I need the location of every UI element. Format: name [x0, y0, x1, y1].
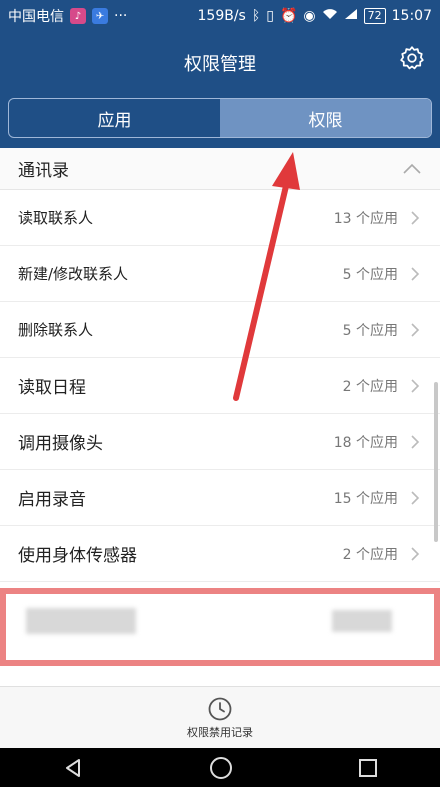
clock-time: 15:07 — [391, 8, 432, 24]
home-icon[interactable] — [209, 756, 233, 780]
more-icon: ··· — [114, 8, 128, 24]
section-title: 通讯录 — [18, 161, 69, 181]
app-count: 5 个应用 — [342, 322, 398, 339]
permission-label: 新建/修改联系人 — [18, 265, 129, 283]
permission-label: 删除联系人 — [18, 321, 94, 339]
bluetooth-app-icon: ✈ — [92, 8, 108, 24]
chevron-up-icon — [403, 163, 421, 174]
list-item[interactable]: 删除联系人 5 个应用 — [0, 302, 440, 358]
battery-level: 72 — [363, 8, 386, 24]
history-button[interactable]: 权限禁用记录 — [0, 686, 440, 748]
list-item[interactable]: 新建/修改联系人 5 个应用 — [0, 246, 440, 302]
permission-label: 调用摄像头 — [18, 434, 103, 454]
list-item[interactable]: 读取日程 2 个应用 — [0, 358, 440, 414]
list-item[interactable]: 读取联系人 13 个应用 — [0, 190, 440, 246]
wifi-icon — [322, 8, 338, 24]
status-bar: 中国电信 ♪ ✈ ··· 159B/s ᛒ ▯ ⏰ ◉ 72 15:07 — [0, 0, 440, 32]
alarm-icon: ⏰ — [279, 8, 298, 24]
scrollbar-thumb[interactable] — [434, 382, 438, 542]
tab-bar: 应用 权限 — [8, 98, 432, 138]
chevron-right-icon — [410, 321, 422, 339]
blurred-content — [332, 610, 392, 632]
chevron-right-icon — [410, 433, 422, 451]
app-count: 15 个应用 — [333, 490, 398, 507]
chevron-right-icon — [410, 545, 422, 563]
app-count: 5 个应用 — [342, 266, 398, 283]
chevron-right-icon — [410, 377, 422, 395]
settings-button[interactable] — [398, 44, 426, 72]
clock-icon — [208, 697, 232, 720]
signal-4g-icon — [344, 8, 358, 24]
list-item[interactable]: 启用录音 15 个应用 — [0, 470, 440, 526]
app-count: 2 个应用 — [342, 378, 398, 395]
music-app-icon: ♪ — [70, 8, 86, 24]
bluetooth-icon: ᛒ — [251, 8, 261, 24]
recents-icon[interactable] — [358, 758, 378, 778]
network-speed: 159B/s — [197, 8, 246, 24]
app-count: 18 个应用 — [333, 434, 398, 451]
page-title: 权限管理 — [184, 54, 256, 75]
app-count: 2 个应用 — [342, 546, 398, 563]
permission-label: 读取联系人 — [18, 209, 94, 227]
eye-icon: ◉ — [303, 8, 316, 24]
permission-label: 使用身体传感器 — [18, 546, 137, 566]
app-count: 13 个应用 — [333, 210, 398, 227]
vibrate-icon: ▯ — [266, 8, 274, 24]
permission-label: 启用录音 — [18, 490, 86, 510]
list-item[interactable]: 使用身体传感器 2 个应用 — [0, 526, 440, 582]
list-item[interactable]: 调用摄像头 18 个应用 — [0, 414, 440, 470]
permission-label: 读取日程 — [18, 378, 86, 398]
tab-permissions[interactable]: 权限 — [220, 99, 431, 137]
carrier-name: 中国电信 — [8, 9, 64, 25]
history-label: 权限禁用记录 — [187, 725, 253, 739]
chevron-right-icon — [410, 489, 422, 507]
redaction-box — [0, 588, 440, 666]
chevron-right-icon — [410, 209, 422, 227]
gear-icon — [400, 46, 424, 70]
chevron-right-icon — [410, 265, 422, 283]
navigation-bar — [0, 748, 440, 787]
section-header-contacts[interactable]: 通讯录 — [0, 148, 440, 190]
app-header: 权限管理 应用 权限 — [0, 32, 440, 148]
blurred-content — [26, 608, 136, 634]
back-icon[interactable] — [62, 757, 84, 779]
tab-apps[interactable]: 应用 — [9, 99, 220, 137]
